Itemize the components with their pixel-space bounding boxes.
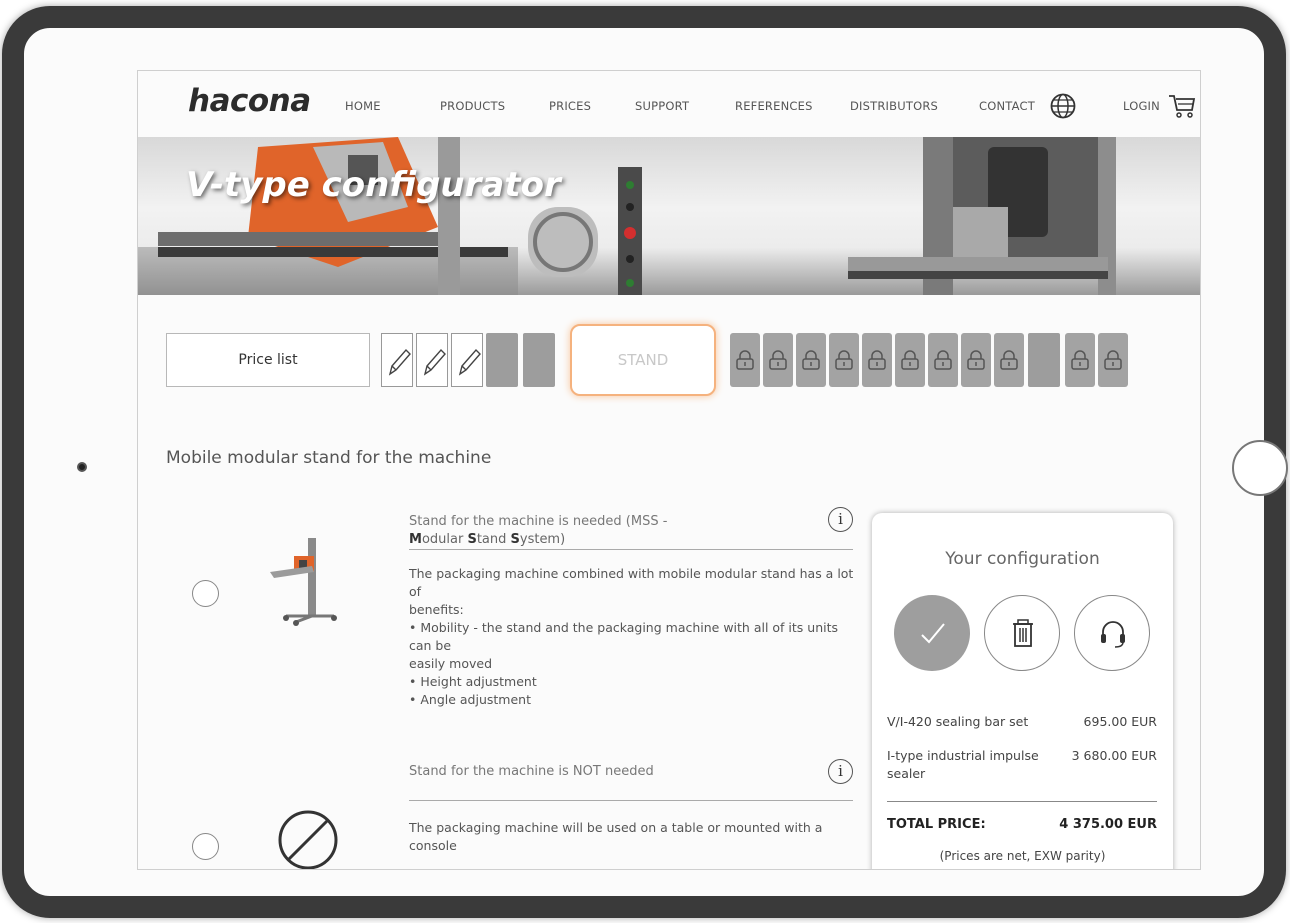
nav-login[interactable]: LOGIN <box>1123 99 1160 113</box>
nav-products[interactable]: PRODUCTS <box>440 99 505 113</box>
lock-icon <box>835 350 853 370</box>
config-item-price: 3 680.00 EUR <box>1071 748 1157 763</box>
globe-icon[interactable] <box>1050 93 1076 119</box>
lock-icon <box>967 350 985 370</box>
step-pending-3 <box>1028 333 1060 387</box>
nav-contact[interactable]: CONTACT <box>979 99 1035 113</box>
desc-line: • Height adjustment <box>409 674 537 689</box>
lock-icon <box>1071 350 1089 370</box>
option-stand-not-needed-title: Stand for the machine is NOT needed <box>409 764 654 779</box>
nav-support[interactable]: SUPPORT <box>635 99 689 113</box>
config-item-price: 695.00 EUR <box>1083 714 1157 729</box>
mss-text-system: ystem) <box>519 532 566 547</box>
step-current-stand[interactable]: STAND <box>570 324 716 396</box>
step-pending-1[interactable] <box>486 333 518 387</box>
nav-references[interactable]: REFERENCES <box>735 99 813 113</box>
section-title: Mobile modular stand for the machine <box>166 448 492 468</box>
desc-line: The packaging machine combined with mobi… <box>409 566 854 599</box>
option-divider <box>409 549 853 550</box>
step-locked-2 <box>763 333 793 387</box>
hero-machine-illustration <box>138 137 1116 295</box>
mss-letter-s2: S <box>510 532 520 547</box>
mss-letter-m: M <box>409 532 422 547</box>
option-stand-not-needed-description: The packaging machine will be used on a … <box>409 819 859 855</box>
desc-line: easily moved <box>409 656 493 671</box>
step-locked-3 <box>796 333 826 387</box>
hero-title: V-type configurator <box>186 165 561 205</box>
lock-icon <box>1000 350 1018 370</box>
total-price-value: 4 375.00 EUR <box>1059 817 1157 832</box>
tablet-home-button[interactable] <box>1232 440 1288 496</box>
pencil-icon <box>458 348 481 376</box>
prohibited-icon <box>278 810 338 869</box>
confirm-button[interactable] <box>894 595 970 671</box>
step-pending-2[interactable] <box>523 333 555 387</box>
step-locked-9 <box>994 333 1024 387</box>
step-locked-1 <box>730 333 760 387</box>
hero-banner: V-type configurator <box>138 137 1200 295</box>
step-locked-6 <box>895 333 925 387</box>
config-item-name: I-type industrial impulse sealer <box>887 748 1039 781</box>
option-stand-needed-radio[interactable] <box>192 580 219 607</box>
option-stand-needed-title: Stand for the machine is needed (MSS - <box>409 514 668 529</box>
configuration-title: Your configuration <box>945 549 1100 569</box>
step-edit-2[interactable] <box>416 333 448 387</box>
top-navigation: hacona HOME PRODUCTS PRICES SUPPORT REFE… <box>138 71 1200 137</box>
option-stand-needed-description: The packaging machine combined with mobi… <box>409 565 859 709</box>
step-locked-11 <box>1098 333 1128 387</box>
option-stand-needed-subtitle: Modular Stand System) <box>409 532 565 547</box>
step-locked-10 <box>1065 333 1095 387</box>
lock-icon <box>934 350 952 370</box>
total-price-row: TOTAL PRICE: 4 375.00 EUR <box>887 817 1157 832</box>
configuration-panel: Your configuration V/I-420 sealing bar s… <box>872 513 1173 869</box>
pencil-icon <box>423 348 446 376</box>
desc-line: • Mobility - the stand and the packaging… <box>409 620 839 653</box>
mss-text-stand: tand <box>476 532 511 547</box>
option-stand-not-needed-radio[interactable] <box>192 833 219 860</box>
tablet-camera <box>77 462 87 472</box>
pencil-icon <box>388 348 411 376</box>
nav-distributors[interactable]: DISTRIBUTORS <box>850 99 938 113</box>
price-list-button[interactable]: Price list <box>166 333 370 387</box>
info-icon[interactable]: i <box>828 759 853 784</box>
support-button[interactable] <box>1074 595 1150 671</box>
option-divider <box>409 800 853 801</box>
config-divider <box>887 801 1157 802</box>
step-locked-7 <box>928 333 958 387</box>
step-edit-3[interactable] <box>451 333 483 387</box>
lock-icon <box>736 350 754 370</box>
lock-icon <box>769 350 787 370</box>
mss-text-modular: odular <box>421 532 468 547</box>
mss-letter-s1: S <box>467 532 477 547</box>
config-item-name: V/I-420 sealing bar set <box>887 714 1029 729</box>
lock-icon <box>802 350 820 370</box>
delete-button[interactable] <box>984 595 1060 671</box>
step-locked-5 <box>862 333 892 387</box>
desc-line: The packaging machine will be used on a … <box>409 820 823 853</box>
desc-line: • Angle adjustment <box>409 692 531 707</box>
nav-home[interactable]: HOME <box>345 99 381 113</box>
stand-image <box>270 538 337 626</box>
step-locked-8 <box>961 333 991 387</box>
nav-prices[interactable]: PRICES <box>549 99 591 113</box>
info-icon[interactable]: i <box>828 507 853 532</box>
step-locked-4 <box>829 333 859 387</box>
browser-screen: hacona HOME PRODUCTS PRICES SUPPORT REFE… <box>137 70 1201 870</box>
total-price-label: TOTAL PRICE: <box>887 817 986 832</box>
step-edit-1[interactable] <box>381 333 413 387</box>
lock-icon <box>901 350 919 370</box>
logo[interactable]: hacona <box>188 83 311 119</box>
check-icon <box>921 623 945 644</box>
lock-icon <box>1104 350 1122 370</box>
price-note: (Prices are net, EXW parity) <box>939 849 1106 863</box>
desc-line: benefits: <box>409 602 464 617</box>
lock-icon <box>868 350 886 370</box>
headset-icon <box>1101 621 1125 648</box>
cart-icon[interactable] <box>1168 93 1196 119</box>
trash-icon <box>1013 619 1033 647</box>
